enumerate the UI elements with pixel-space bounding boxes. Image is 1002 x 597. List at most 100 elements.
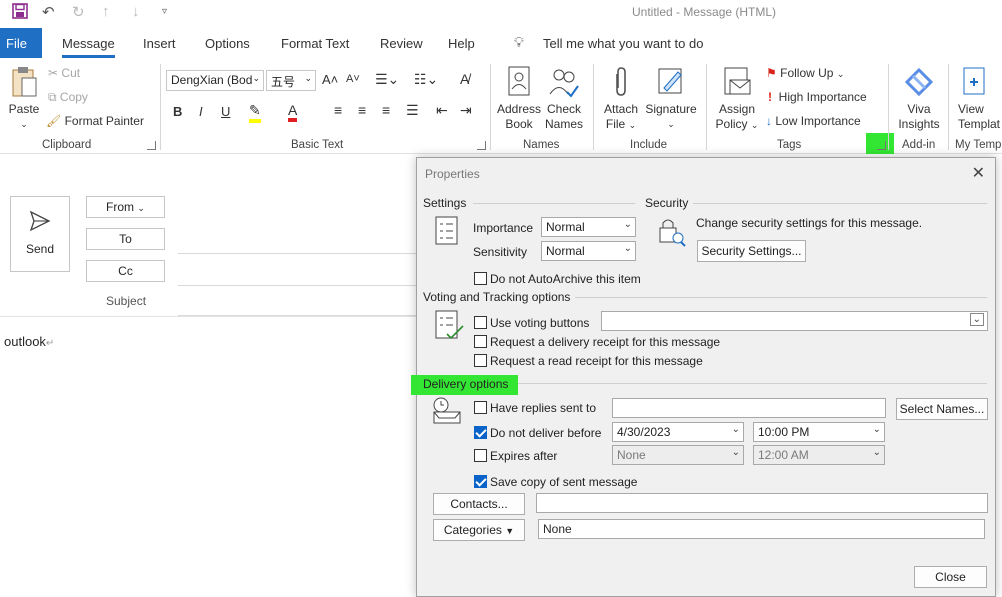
assign-policy-label-1: Assign [718,102,756,116]
tags-launcher-icon[interactable] [877,141,886,150]
low-importance-button[interactable]: ↓ Low Importance [766,114,861,128]
chevron-down-icon: ⌄ [872,424,881,435]
paste-label: Paste [8,102,40,116]
send-label: Send [25,242,55,256]
settings-heading: Settings [423,196,467,210]
clear-formatting-icon[interactable]: A̸ [460,71,469,87]
justify-icon[interactable]: ☰ [406,102,419,119]
view-templates-label-2: Templat [958,117,1001,131]
align-right-icon[interactable]: ≡ [382,102,390,118]
signature-button[interactable]: Signature ⌄ [643,66,699,132]
copy-icon: ⧉ [48,90,57,104]
viva-insights-button[interactable]: Viva Insights [895,66,943,132]
assign-policy-button[interactable]: Assign Policy ⌄ [714,66,760,133]
cut-button[interactable]: ✂ Cut [48,66,80,80]
address-book-button[interactable]: Address Book [495,66,543,132]
highlight-icon[interactable]: ✎ [249,102,261,123]
voting-buttons-select[interactable]: ⌄ [601,311,988,331]
tab-review[interactable]: Review [380,36,423,51]
cc-button[interactable]: Cc [86,260,165,282]
numbering-icon[interactable]: ☷⌄ [414,71,438,88]
categories-input[interactable]: None [538,519,985,539]
security-settings-button[interactable]: Security Settings... [697,240,806,262]
paste-icon [12,67,37,97]
check-names-label-2: Names [544,117,583,131]
tags-group-label: Tags [777,139,802,151]
save-icon[interactable] [12,3,28,23]
format-painter-button[interactable]: 🖌︎ Format Painter [46,114,144,128]
tab-message[interactable]: Message [62,36,115,58]
contacts-button[interactable]: Contacts... [433,493,525,515]
customize-qat-icon[interactable]: ▿ [162,6,167,17]
high-importance-button[interactable]: ! High Importance [768,90,867,104]
delivery-receipt-label: Request a delivery receipt for this mess… [490,335,721,349]
security-heading: Security [645,196,689,210]
attach-file-button[interactable]: Attach File ⌄ [600,66,642,133]
tell-me-search[interactable]: Tell me what you want to do [543,36,703,51]
italic-icon[interactable]: I [199,104,203,119]
check-names-button[interactable]: Check Names [543,66,585,132]
basic-text-launcher-icon[interactable] [477,141,486,150]
assign-policy-label-2: Policy [715,117,748,131]
select-names-button[interactable]: Select Names... [896,398,988,420]
replies-to-checkbox[interactable] [474,401,487,414]
bullets-icon[interactable]: ☰⌄ [375,71,399,88]
bold-icon[interactable]: B [173,104,182,119]
from-button[interactable]: From ⌄ [86,196,165,218]
tab-format-text[interactable]: Format Text [281,36,349,51]
decrease-indent-icon[interactable]: ⇤ [436,102,448,119]
expires-time-select[interactable]: 12:00 AM ⌄ [753,445,885,465]
underline-icon[interactable]: U [221,104,230,119]
sensitivity-select[interactable]: Normal ⌄ [541,241,636,261]
copy-label: Copy [59,90,88,104]
replies-to-input[interactable] [612,398,886,418]
redo-icon[interactable]: ↻ [72,3,85,21]
tab-options[interactable]: Options [205,36,250,51]
deliver-time-select[interactable]: 10:00 PM ⌄ [753,422,885,442]
sensitivity-value: Normal [546,244,585,258]
save-copy-checkbox[interactable] [474,475,487,488]
contacts-input[interactable] [536,493,988,513]
view-templates-button[interactable]: View Templat [958,66,1002,132]
deliver-date-select[interactable]: 4/30/2023 ⌄ [612,422,744,442]
address-book-label-1: Address [496,102,542,116]
font-color-icon[interactable]: A [288,102,298,122]
send-button[interactable]: Send [10,196,70,272]
close-button[interactable]: Close [914,566,987,588]
font-size-dropdown[interactable]: 五号 ⌄ [266,70,316,91]
grow-font-icon[interactable]: A˄ [322,72,338,87]
close-icon[interactable]: ✕ [972,163,985,183]
paintbrush-icon: 🖌︎ [46,114,62,128]
expires-after-checkbox[interactable] [474,449,487,462]
message-body-text: outlook [4,334,46,349]
tab-help[interactable]: Help [448,36,475,51]
previous-item-icon[interactable]: ↑ [102,3,110,20]
clipboard-launcher-icon[interactable] [147,141,156,150]
align-left-icon[interactable]: ≡ [334,102,342,118]
cc-field[interactable] [178,285,416,286]
do-not-deliver-checkbox[interactable] [474,426,487,439]
tab-insert[interactable]: Insert [143,36,176,51]
categories-button[interactable]: Categories ▼ [433,519,525,541]
message-body[interactable]: outlook↵ [4,334,54,349]
read-receipt-checkbox[interactable] [474,354,487,367]
use-voting-checkbox[interactable] [474,316,487,329]
next-item-icon[interactable]: ↓ [132,3,140,20]
delivery-receipt-checkbox[interactable] [474,335,487,348]
align-center-icon[interactable]: ≡ [358,102,366,118]
paste-button[interactable]: Paste ⌄ [6,66,42,132]
to-field[interactable] [178,253,416,254]
undo-icon[interactable]: ↶ [42,3,55,21]
chevron-down-icon: ⌄ [628,120,637,130]
tab-file[interactable]: File [0,28,42,58]
increase-indent-icon[interactable]: ⇥ [460,102,472,119]
shrink-font-icon[interactable]: A˅ [346,73,360,85]
follow-up-button[interactable]: ⚑ Follow Up ⌄ [766,66,844,80]
to-button[interactable]: To [86,228,165,250]
address-book-label-2: Book [505,117,533,131]
importance-select[interactable]: Normal ⌄ [541,217,636,237]
autoarchive-checkbox[interactable] [474,272,487,285]
copy-button[interactable]: ⧉ Copy [48,90,88,105]
expires-date-select[interactable]: None ⌄ [612,445,744,465]
font-name-dropdown[interactable]: DengXian (Bod ⌄ [166,70,264,91]
